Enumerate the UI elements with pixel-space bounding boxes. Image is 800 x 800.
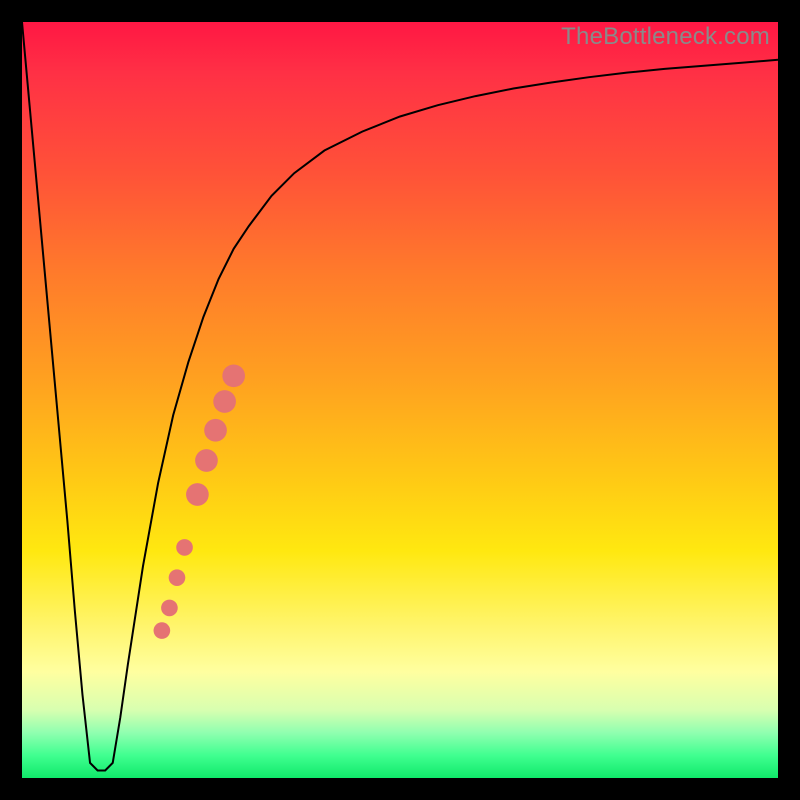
curve-markers <box>154 364 245 638</box>
curve-marker <box>186 483 209 506</box>
chart-container: TheBottleneck.com <box>0 0 800 800</box>
curve-marker <box>176 539 193 556</box>
curve-marker <box>161 600 178 617</box>
curve-marker <box>213 390 236 413</box>
plot-area: TheBottleneck.com <box>22 22 778 778</box>
curve-marker <box>204 419 227 442</box>
curve-marker <box>222 364 245 387</box>
curve-marker <box>154 622 171 639</box>
curve-marker <box>195 449 218 472</box>
bottleneck-curve <box>22 22 778 770</box>
chart-svg <box>22 22 778 778</box>
curve-marker <box>169 569 186 586</box>
